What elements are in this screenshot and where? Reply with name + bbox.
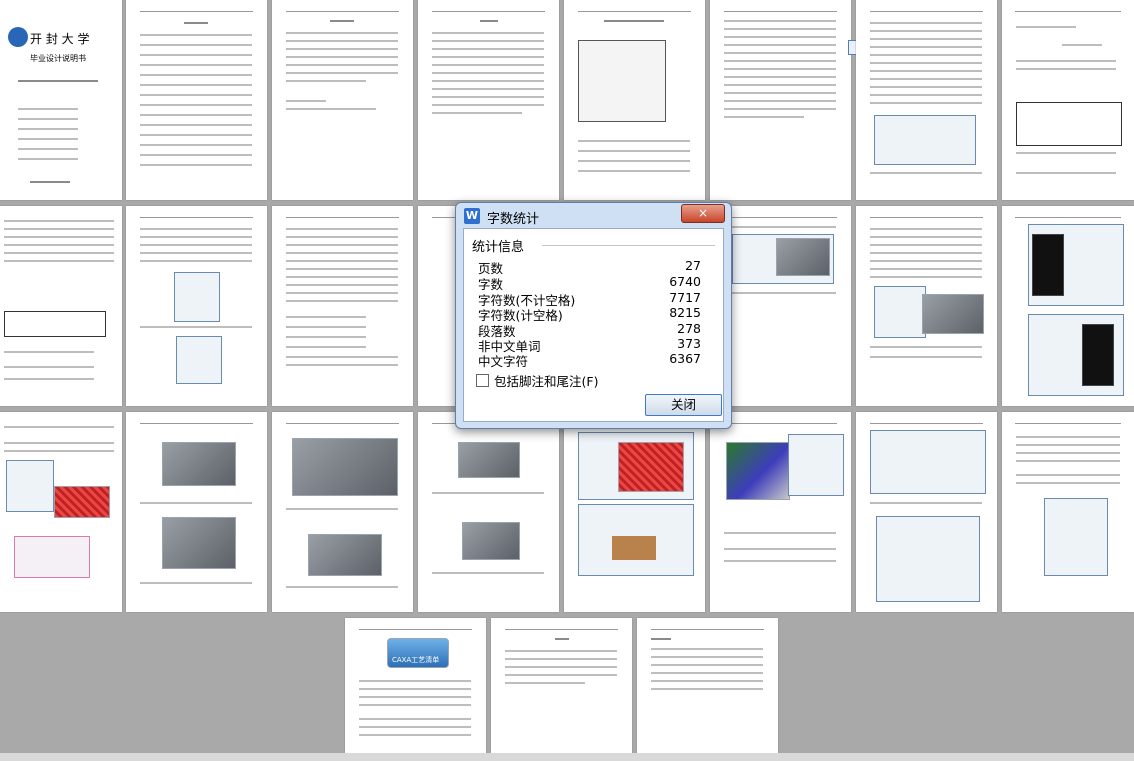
screenshot-image bbox=[874, 115, 976, 165]
close-button[interactable]: 关闭 bbox=[645, 394, 722, 416]
page-thumbnail-6[interactable] bbox=[710, 0, 851, 200]
page-thumbnail-23[interactable] bbox=[856, 412, 997, 612]
screenshot-image bbox=[1044, 498, 1108, 576]
caxa-banner-image: CAXA工艺清单 bbox=[387, 638, 449, 668]
stat-row-words: 字数 6740 bbox=[478, 274, 701, 292]
table-image bbox=[4, 311, 106, 337]
status-bar bbox=[0, 753, 1134, 761]
screenshot-image bbox=[788, 434, 844, 496]
stat-row-pages: 页数 27 bbox=[478, 258, 701, 276]
caxa-label: CAXA工艺清单 bbox=[392, 656, 440, 664]
checkbox-box[interactable] bbox=[476, 374, 489, 387]
dialog-screenshot-image bbox=[6, 460, 54, 512]
page-thumbnail-21[interactable] bbox=[564, 412, 705, 612]
cad-view-image bbox=[1032, 234, 1064, 296]
page-thumbnail-2[interactable] bbox=[126, 0, 267, 200]
cad-model-image bbox=[162, 442, 236, 486]
stat-value: 6367 bbox=[669, 351, 701, 366]
page-thumbnail-9[interactable] bbox=[0, 206, 122, 406]
screenshot-image bbox=[870, 430, 986, 494]
cad-model-image bbox=[458, 442, 520, 478]
dialog-title: 字数统计 bbox=[487, 212, 540, 227]
page-thumbnail-25[interactable]: CAXA工艺清单 bbox=[345, 618, 486, 761]
page-thumbnail-17[interactable] bbox=[0, 412, 122, 612]
close-icon[interactable]: × bbox=[681, 204, 725, 223]
page-thumbnail-24[interactable] bbox=[1002, 412, 1134, 612]
dialog-titlebar[interactable]: W 字数统计 × bbox=[456, 203, 731, 227]
footnotes-checkbox[interactable]: 包括脚注和尾注(F) bbox=[476, 371, 598, 390]
cam-path-image bbox=[618, 442, 684, 492]
cad-model-image bbox=[776, 238, 830, 276]
workpiece-image bbox=[612, 536, 656, 560]
page-thumbnail-1[interactable]: 开 封 大 学 毕业设计说明书 bbox=[0, 0, 122, 200]
page-thumbnail-19[interactable] bbox=[272, 412, 413, 612]
stat-value: 8215 bbox=[669, 305, 701, 320]
stat-row-chinese-chars: 中文字符 6367 bbox=[478, 351, 701, 369]
stat-label: 中文字符 bbox=[478, 354, 529, 369]
cam-path-image bbox=[54, 486, 110, 518]
page-thumbnail-10[interactable] bbox=[126, 206, 267, 406]
cad-model-image bbox=[462, 522, 520, 560]
dialog-screenshot-image bbox=[176, 336, 222, 384]
cad-model-image bbox=[922, 294, 984, 334]
section-divider bbox=[542, 245, 715, 246]
page-thumbnail-5[interactable] bbox=[564, 0, 705, 200]
page-thumbnail-15[interactable] bbox=[856, 206, 997, 406]
section-title: 统计信息 bbox=[472, 240, 525, 255]
stat-row-chars-no-spaces: 字符数(不计空格) 7717 bbox=[478, 290, 701, 308]
page-thumbnail-16[interactable] bbox=[1002, 206, 1134, 406]
page-thumbnail-3[interactable] bbox=[272, 0, 413, 200]
word-count-dialog: W 字数统计 × 统计信息 页数 27 字数 6740 字符数(不计空格) 77… bbox=[455, 202, 732, 429]
drawing-image bbox=[578, 40, 666, 122]
page-thumbnail-8[interactable] bbox=[1002, 0, 1134, 200]
page-thumbnail-11[interactable] bbox=[272, 206, 413, 406]
cover-university-name: 开 封 大 学 bbox=[30, 32, 90, 46]
stat-value: 373 bbox=[677, 336, 701, 351]
dialog-body: 统计信息 页数 27 字数 6740 字符数(不计空格) 7717 字符数(计空… bbox=[463, 228, 724, 422]
stat-row-paragraphs: 段落数 278 bbox=[478, 321, 701, 339]
page-thumbnail-27[interactable] bbox=[637, 618, 778, 761]
checkbox-label: 包括脚注和尾注(F) bbox=[494, 374, 599, 389]
table-image bbox=[1016, 102, 1122, 146]
dialog-screenshot-image bbox=[174, 272, 220, 322]
page-thumbnail-22[interactable] bbox=[710, 412, 851, 612]
stat-row-chars-with-spaces: 字符数(计空格) 8215 bbox=[478, 305, 701, 323]
stat-value: 7717 bbox=[669, 290, 701, 305]
part-image bbox=[14, 536, 90, 578]
screenshot-image bbox=[876, 516, 980, 602]
page-thumbnail-20[interactable] bbox=[418, 412, 559, 612]
stat-value: 278 bbox=[677, 321, 701, 336]
page-thumbnail-4[interactable] bbox=[418, 0, 559, 200]
screenshot-image bbox=[874, 286, 926, 338]
cad-model-image bbox=[162, 517, 236, 569]
simulation-image bbox=[726, 442, 790, 500]
page-thumbnail-7[interactable] bbox=[856, 0, 997, 200]
wps-writer-icon: W bbox=[464, 208, 480, 224]
page-thumbnail-26[interactable] bbox=[491, 618, 632, 761]
university-logo bbox=[8, 27, 28, 47]
stat-row-non-chinese-words: 非中文单词 373 bbox=[478, 336, 701, 354]
cad-view-image bbox=[1082, 324, 1114, 386]
page-thumbnail-18[interactable] bbox=[126, 412, 267, 612]
cad-model-image bbox=[292, 438, 398, 496]
stat-value: 6740 bbox=[669, 274, 701, 289]
cad-model-image bbox=[308, 534, 382, 576]
stat-value: 27 bbox=[685, 258, 701, 273]
cover-subtitle: 毕业设计说明书 bbox=[30, 54, 86, 63]
